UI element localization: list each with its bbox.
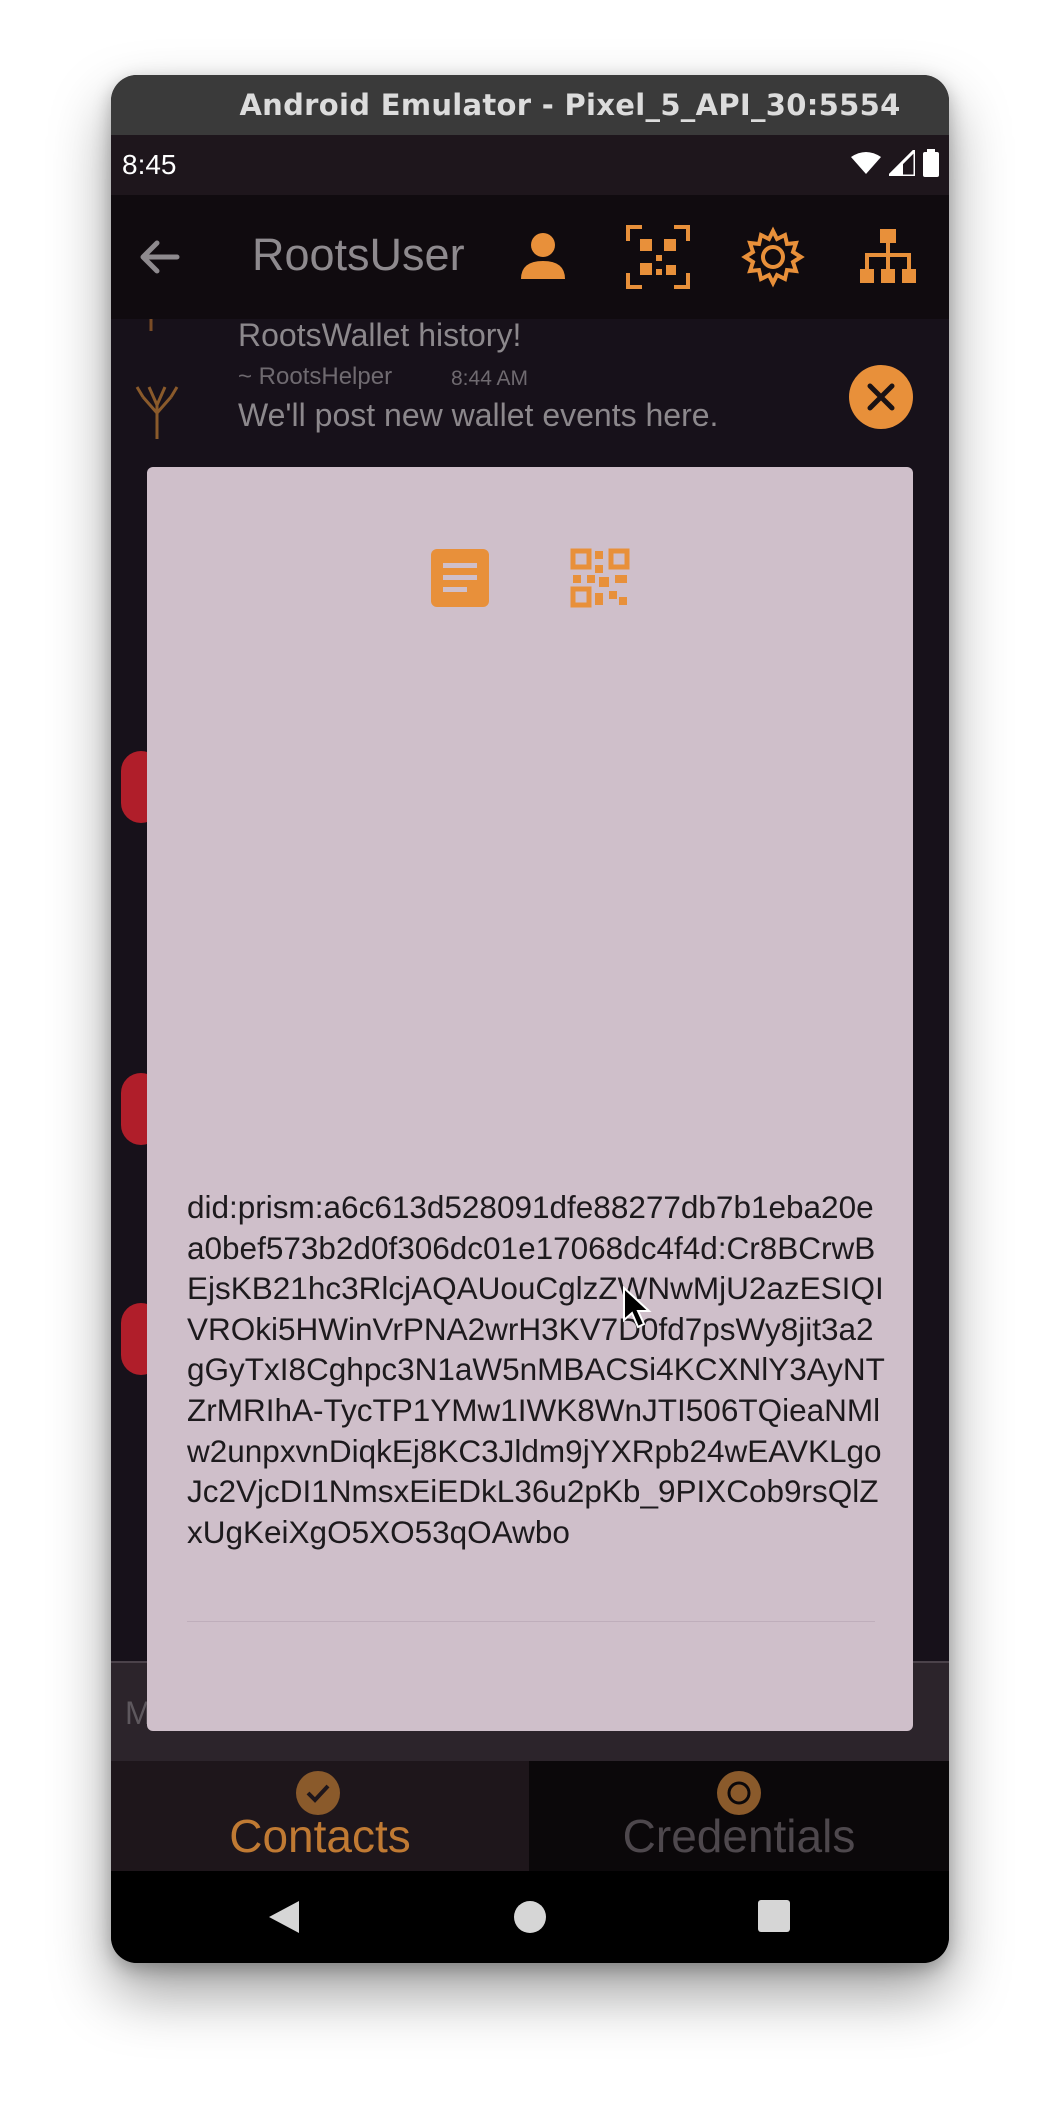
bottom-navigation: Contacts Credentials bbox=[111, 1761, 949, 1871]
gear-icon[interactable] bbox=[741, 225, 805, 289]
person-icon[interactable] bbox=[511, 225, 575, 289]
message-time: 8:44 AM bbox=[451, 367, 529, 390]
app-bar: RootsUser bbox=[111, 195, 949, 319]
signal-icon bbox=[889, 150, 915, 176]
close-button[interactable] bbox=[849, 365, 913, 429]
nav-recents-icon[interactable] bbox=[757, 1899, 791, 1933]
nav-back-icon[interactable] bbox=[267, 1899, 301, 1935]
message-sender: ~ RootsHelper bbox=[238, 363, 393, 390]
tree-logo-icon bbox=[149, 319, 153, 331]
close-icon bbox=[867, 383, 895, 411]
tab-credentials-label: Credentials bbox=[622, 1810, 856, 1862]
system-navigation-bar bbox=[111, 1871, 949, 1963]
tab-contacts[interactable]: Contacts bbox=[111, 1761, 529, 1871]
qr-code-icon[interactable] bbox=[569, 547, 631, 609]
battery-icon bbox=[923, 149, 939, 177]
app-title: RootsUser bbox=[252, 229, 465, 280]
wifi-icon bbox=[851, 152, 881, 174]
tab-contacts-label: Contacts bbox=[229, 1810, 411, 1862]
status-time: 8:45 bbox=[122, 149, 177, 180]
message-text: We'll post new wallet events here. bbox=[238, 397, 719, 433]
mouse-cursor-icon bbox=[623, 1286, 652, 1329]
status-bar: 8:45 bbox=[111, 135, 949, 195]
message-text: RootsWallet history! bbox=[238, 317, 522, 353]
back-arrow-icon[interactable] bbox=[133, 231, 185, 283]
hierarchy-icon[interactable] bbox=[856, 225, 920, 289]
qr-scan-icon[interactable] bbox=[626, 225, 690, 289]
tree-logo-icon bbox=[135, 386, 179, 439]
nav-home-icon[interactable] bbox=[512, 1899, 548, 1935]
did-value: did:prism:a6c613d528091dfe88277db7b1eba2… bbox=[187, 1189, 885, 1550]
window-title: Android Emulator - Pixel_5_API_30:5554 bbox=[111, 75, 949, 135]
document-icon[interactable] bbox=[429, 547, 491, 609]
did-dialog: did:prism:a6c613d528091dfe88277db7b1eba2… bbox=[147, 467, 913, 1731]
status-icons bbox=[851, 149, 939, 177]
did-divider bbox=[187, 1621, 875, 1622]
tab-credentials[interactable]: Credentials bbox=[529, 1761, 949, 1871]
emulator-window: Android Emulator - Pixel_5_API_30:5554 8… bbox=[111, 75, 949, 1963]
